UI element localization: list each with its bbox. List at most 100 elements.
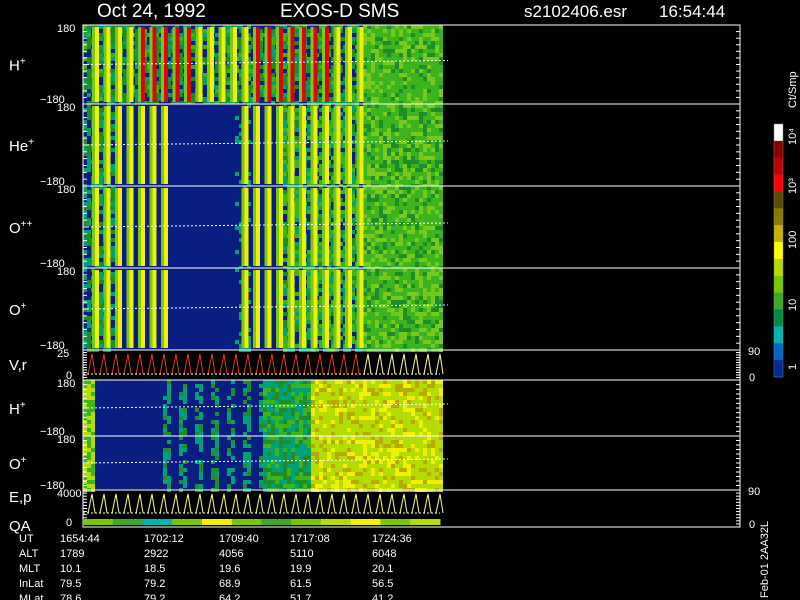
heatmap-cell [427,180,431,184]
heatmap-cell [379,128,383,132]
heatmap-cell [307,280,311,284]
heatmap-cell [247,396,251,400]
heatmap-cell [295,420,299,424]
heatmap-cell [363,328,367,332]
heatmap-cell [87,218,91,222]
heatmap-cell [375,420,379,424]
heatmap-cell [399,328,403,332]
heatmap-cell [215,53,219,57]
heatmap-cell [83,25,87,29]
heatmap-cell [403,49,407,53]
heatmap-cell [363,268,367,272]
heatmap-cell [391,226,395,230]
heatmap-cell [431,65,435,69]
spin-stripe-edge [345,270,348,348]
heatmap-cell [403,258,407,262]
heatmap-cell [403,416,407,420]
heatmap-cell [379,234,383,238]
heatmap-cell [411,45,415,49]
heatmap-cell [391,388,395,392]
heatmap-cell [179,41,183,45]
heatmap-cell [367,230,371,234]
heatmap-cell [87,81,91,85]
spin-stripe-edge [253,27,256,102]
heatmap-cell [411,300,415,304]
heatmap-cell [411,160,415,164]
heatmap-cell [383,152,387,156]
heatmap-cell [407,214,411,218]
heatmap-cell [371,384,375,388]
heatmap-cell [87,324,91,328]
heatmap-cell [415,300,419,304]
heatmap-cell [363,424,367,428]
heatmap-cell [399,312,403,316]
heatmap-cell [419,97,423,101]
heatmap-cell [311,416,315,420]
spin-stripe [141,270,145,348]
heatmap-cell [327,384,331,388]
heatmap-cell [439,116,443,120]
heatmap-cell [391,37,395,41]
heatmap-cell [387,202,391,206]
heatmap-cell [83,416,87,420]
heatmap-cell [407,328,411,332]
heatmap-cell [415,296,419,300]
heatmap-cell [419,276,423,280]
heatmap-cell [307,400,311,404]
heatmap-cell [383,69,387,73]
heatmap-cell [423,81,427,85]
heatmap-cell [395,384,399,388]
heatmap-cell [407,128,411,132]
heatmap-cell [411,41,415,45]
heatmap-cell [363,250,367,254]
heatmap-cell [295,206,299,210]
heatmap-cell [431,234,435,238]
heatmap-cell [391,268,395,272]
heatmap-cell [431,324,435,328]
heatmap-cell [215,85,219,89]
heatmap-cell [375,144,379,148]
heatmap-cell [395,230,399,234]
heatmap-cell [411,29,415,33]
heatmap-cell [295,85,299,89]
heatmap-cell [383,144,387,148]
heatmap-cell [295,384,299,388]
heatmap-cell [363,320,367,324]
heatmap-cell [271,384,275,388]
heatmap-cell [391,136,395,140]
heatmap-cell [403,85,407,89]
heatmap-cell [411,65,415,69]
heatmap-cell [371,172,375,176]
heatmap-cell [407,144,411,148]
heatmap-cell [371,85,375,89]
heatmap-cell [123,93,127,97]
heatmap-cell [167,432,171,436]
heatmap-cell [367,198,371,202]
heatmap-cell [383,396,387,400]
heatmap-cell [383,218,387,222]
heatmap-cell [423,316,427,320]
heatmap-cell [415,85,419,89]
heatmap-cell [83,168,87,172]
spin-stripe-edge [333,188,337,266]
heatmap-cell [99,300,103,304]
heatmap-cell [371,336,375,340]
spin-stripe-edge [310,27,314,102]
heatmap-cell [87,85,91,89]
spin-stripe [359,188,364,266]
heatmap-cell [295,300,299,304]
trace-segment [387,353,396,375]
heatmap-cell [363,89,367,93]
heatmap-cell [347,400,351,404]
heatmap-cell [367,254,371,258]
heatmap-cell [415,172,419,176]
heatmap-cell [411,234,415,238]
heatmap-cell [375,332,379,336]
heatmap-cell [419,202,423,206]
heatmap-cell [407,37,411,41]
heatmap-cell [375,242,379,246]
heatmap-cell [379,250,383,254]
panel-label: V,r [9,357,27,374]
heatmap-cell [287,384,291,388]
heatmap-cell [403,424,407,428]
